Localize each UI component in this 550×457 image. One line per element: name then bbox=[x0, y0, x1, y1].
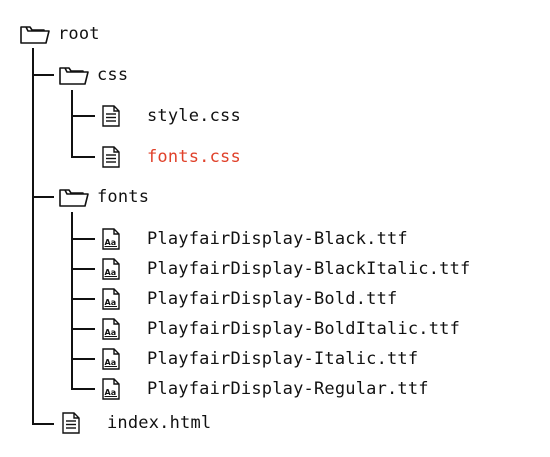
tree-connector bbox=[71, 156, 95, 158]
tree-connector bbox=[71, 268, 95, 270]
tree-node-label: root bbox=[58, 24, 100, 44]
folder-icon bbox=[59, 186, 89, 208]
tree-node-fonts[interactable]: fonts bbox=[59, 183, 149, 211]
tree-node-label: fonts bbox=[97, 187, 150, 207]
tree-node-css[interactable]: css bbox=[59, 61, 128, 89]
tree-connector bbox=[32, 48, 34, 424]
tree-node-label: PlayfairDisplay-Italic.ttf bbox=[147, 349, 419, 369]
svg-text:Aa: Aa bbox=[105, 268, 117, 277]
tree-node-label: style.css bbox=[147, 106, 241, 126]
tree-node-label: PlayfairDisplay-BlackItalic.ttf bbox=[147, 259, 471, 279]
tree-node-label: PlayfairDisplay-Regular.ttf bbox=[147, 379, 429, 399]
tree-node-font-file[interactable]: Aa PlayfairDisplay-Black.ttf bbox=[101, 225, 408, 253]
font-file-icon: Aa bbox=[101, 348, 127, 370]
tree-connector bbox=[32, 74, 54, 76]
tree-connector bbox=[71, 298, 95, 300]
svg-text:Aa: Aa bbox=[105, 298, 117, 307]
font-file-icon: Aa bbox=[101, 378, 127, 400]
svg-text:Aa: Aa bbox=[105, 238, 117, 247]
tree-node-font-file[interactable]: Aa PlayfairDisplay-Italic.ttf bbox=[101, 345, 418, 373]
tree-node-label: index.html bbox=[107, 413, 212, 433]
file-text-icon bbox=[61, 412, 87, 434]
tree-connector bbox=[71, 358, 95, 360]
tree-node-label: PlayfairDisplay-BoldItalic.ttf bbox=[147, 319, 461, 339]
tree-connector bbox=[71, 328, 95, 330]
tree-connector bbox=[32, 196, 54, 198]
tree-connector bbox=[71, 115, 95, 117]
folder-icon bbox=[59, 64, 89, 86]
font-file-icon: Aa bbox=[101, 258, 127, 280]
tree-node-index-html[interactable]: index.html bbox=[61, 409, 211, 437]
font-file-icon: Aa bbox=[101, 288, 127, 310]
tree-node-font-file[interactable]: Aa PlayfairDisplay-Regular.ttf bbox=[101, 375, 429, 403]
tree-node-label: PlayfairDisplay-Bold.ttf bbox=[147, 289, 398, 309]
file-tree: root css style.css fonts.css fonts Aa Pl… bbox=[0, 0, 550, 457]
svg-text:Aa: Aa bbox=[105, 358, 117, 367]
tree-node-font-file[interactable]: Aa PlayfairDisplay-BlackItalic.ttf bbox=[101, 255, 470, 283]
font-file-icon: Aa bbox=[101, 318, 127, 340]
folder-icon bbox=[20, 23, 50, 45]
tree-node-style-css[interactable]: style.css bbox=[101, 102, 241, 130]
tree-node-label: fonts.css bbox=[147, 147, 241, 167]
tree-node-label: PlayfairDisplay-Black.ttf bbox=[147, 229, 408, 249]
tree-node-font-file[interactable]: Aa PlayfairDisplay-BoldItalic.ttf bbox=[101, 315, 460, 343]
tree-node-fonts-css[interactable]: fonts.css bbox=[101, 143, 241, 171]
tree-connector bbox=[71, 90, 73, 157]
svg-text:Aa: Aa bbox=[105, 328, 117, 337]
file-text-icon bbox=[101, 146, 127, 168]
tree-node-root[interactable]: root bbox=[20, 20, 100, 48]
tree-connector bbox=[71, 388, 95, 390]
file-text-icon bbox=[101, 105, 127, 127]
svg-text:Aa: Aa bbox=[105, 388, 117, 397]
font-file-icon: Aa bbox=[101, 228, 127, 250]
tree-connector bbox=[32, 423, 54, 425]
tree-connector bbox=[71, 238, 95, 240]
tree-node-font-file[interactable]: Aa PlayfairDisplay-Bold.ttf bbox=[101, 285, 397, 313]
tree-node-label: css bbox=[97, 65, 129, 85]
